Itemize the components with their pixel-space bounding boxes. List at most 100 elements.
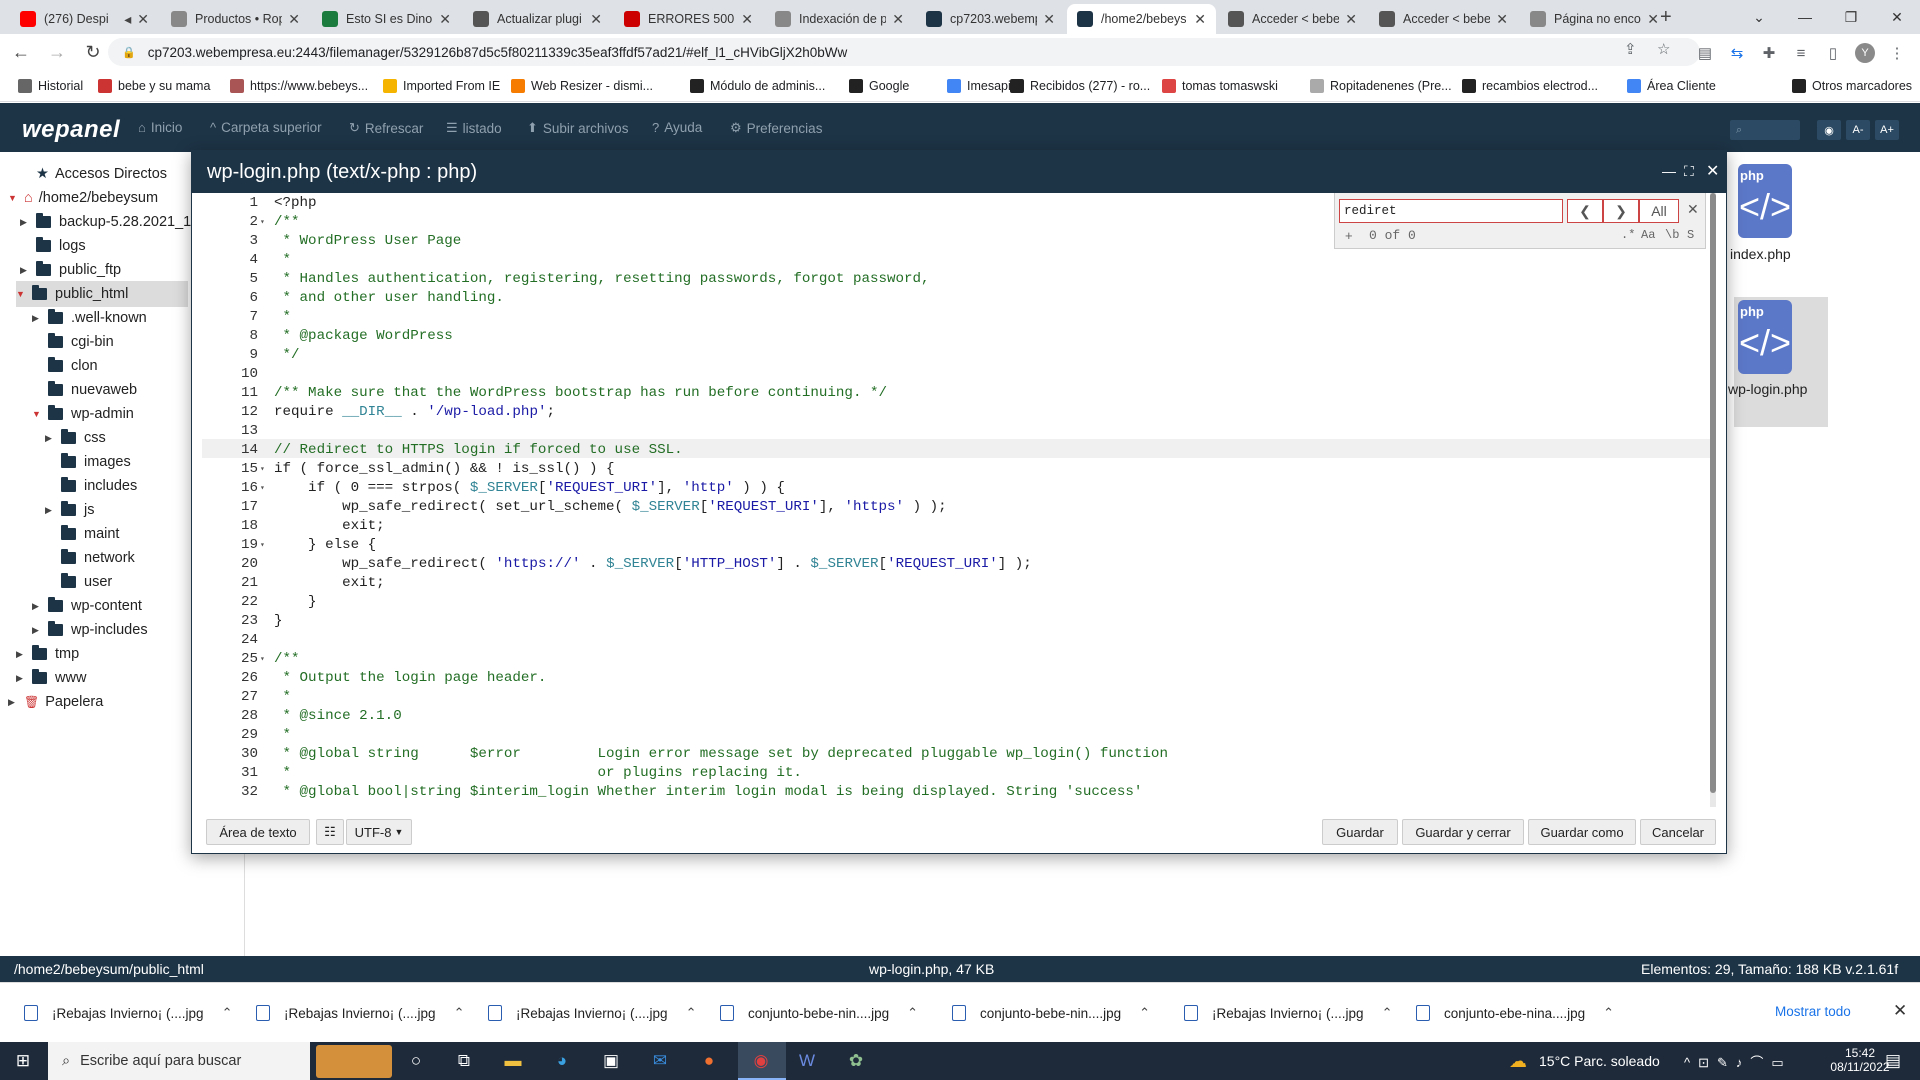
nav-upload[interactable]: ⬆ Subir archivos bbox=[527, 120, 628, 136]
browser-tab[interactable]: (276) Despi ◂ ✕ bbox=[10, 4, 159, 34]
case-sensitive-toggle[interactable]: Aa bbox=[1641, 228, 1655, 242]
share-icon[interactable]: ⇪ bbox=[1624, 40, 1637, 58]
sidebar-item[interactable]: images bbox=[45, 449, 131, 475]
chevron-up-icon[interactable]: ⌃ bbox=[1139, 1005, 1150, 1021]
collapsed-arrow-icon[interactable]: ▶ bbox=[32, 625, 44, 636]
sidebar-item[interactable]: cgi-bin bbox=[32, 329, 114, 355]
browser-tab[interactable]: Esto SI es DinoR ✕ bbox=[312, 4, 461, 34]
cortana-icon[interactable]: ○ bbox=[403, 1048, 429, 1074]
bookmark-item[interactable]: Historial bbox=[18, 77, 83, 95]
new-tab-button[interactable]: + bbox=[1660, 6, 1672, 29]
font-decrease-button[interactable]: A- bbox=[1846, 120, 1870, 140]
close-tab-icon[interactable]: ✕ bbox=[1647, 11, 1659, 28]
file-explorer-icon[interactable]: ▬ bbox=[500, 1048, 526, 1074]
close-dialog-icon[interactable]: ✕ bbox=[1706, 161, 1719, 181]
sidebar-item[interactable]: ★ Accesos Directos bbox=[20, 161, 167, 187]
sidebar-item[interactable]: user bbox=[45, 569, 112, 595]
bookmark-star-icon[interactable]: ☆ bbox=[1657, 40, 1670, 58]
close-tab-icon[interactable]: ✕ bbox=[741, 11, 753, 28]
close-search-icon[interactable]: ✕ bbox=[1687, 201, 1699, 218]
windows-start-icon[interactable]: ⊞ bbox=[10, 1048, 36, 1074]
mail-icon[interactable]: ✉ bbox=[647, 1048, 673, 1074]
font-increase-button[interactable]: A+ bbox=[1875, 120, 1899, 140]
browser-tab[interactable]: Acceder < bebe ✕ bbox=[1369, 4, 1518, 34]
sidebar-item[interactable]: ▼ wp-admin bbox=[32, 401, 134, 427]
sidebar-item[interactable]: ▶ backup-5.28.2021_13 bbox=[20, 209, 199, 235]
close-tab-icon[interactable]: ✕ bbox=[1043, 11, 1055, 28]
sidebar-item[interactable]: ▶ public_ftp bbox=[20, 257, 121, 283]
sidebar-item[interactable]: ▶ wp-includes bbox=[32, 617, 148, 643]
chevron-up-icon[interactable]: ⌃ bbox=[907, 1005, 918, 1021]
collapsed-arrow-icon[interactable]: ▶ bbox=[32, 601, 44, 612]
browser-tab[interactable]: Acceder < bebe ✕ bbox=[1218, 4, 1367, 34]
sidebar-item[interactable]: ▼ ⌂ /home2/bebeysum bbox=[8, 185, 158, 211]
collapsed-arrow-icon[interactable]: ▶ bbox=[20, 217, 32, 228]
find-previous-button[interactable]: ❮ bbox=[1567, 199, 1603, 223]
maximize-dialog-icon[interactable]: ⛶ bbox=[1684, 163, 1694, 180]
close-tab-icon[interactable]: ✕ bbox=[137, 11, 149, 28]
close-window-button[interactable]: ✕ bbox=[1874, 0, 1920, 34]
close-tab-icon[interactable]: ✕ bbox=[590, 11, 602, 28]
collapsed-arrow-icon[interactable]: ▶ bbox=[32, 313, 44, 324]
download-item[interactable]: ¡Rebajas Invierno¡ (....jpg ⌃ bbox=[256, 1002, 464, 1024]
browser-tab[interactable]: cp7203.webemp ✕ bbox=[916, 4, 1065, 34]
download-item[interactable]: conjunto-ebe-nina....jpg ⌃ bbox=[1416, 1002, 1614, 1024]
save-as-button[interactable]: Guardar como bbox=[1528, 819, 1636, 845]
fold-toggle-icon[interactable]: ▾ bbox=[260, 650, 265, 669]
cancel-button[interactable]: Cancelar bbox=[1640, 819, 1716, 845]
sidebar-item[interactable]: maint bbox=[45, 521, 119, 547]
browser-tab[interactable]: Productos • Rop ✕ bbox=[161, 4, 310, 34]
minimize-dialog-icon[interactable]: — bbox=[1662, 163, 1676, 179]
wordpad-icon[interactable]: W bbox=[794, 1048, 820, 1074]
close-downloads-bar-icon[interactable]: ✕ bbox=[1893, 1001, 1907, 1021]
save-button[interactable]: Guardar bbox=[1322, 819, 1398, 845]
editor-scrollbar-thumb[interactable] bbox=[1710, 193, 1716, 793]
extensions-puzzle-icon[interactable]: ✚ bbox=[1759, 43, 1779, 63]
sidebar-item[interactable]: clon bbox=[32, 353, 98, 379]
system-tray-icons[interactable]: ^⊡✎♪⌒▭ bbox=[1684, 1052, 1792, 1071]
sidebar-item[interactable]: logs bbox=[20, 233, 86, 259]
weather-text[interactable]: 15°C Parc. soleado bbox=[1539, 1053, 1660, 1069]
nav-refresh[interactable]: ↻ Refrescar bbox=[349, 120, 423, 136]
store-icon[interactable]: ▣ bbox=[598, 1048, 624, 1074]
sidebar-item[interactable]: ▶ www bbox=[16, 665, 86, 691]
fold-toggle-icon[interactable]: ▾ bbox=[260, 213, 265, 232]
bookmark-item[interactable]: Módulo de adminis... bbox=[690, 77, 825, 95]
editor-settings-button[interactable]: ☷ bbox=[316, 819, 344, 845]
bookmark-item[interactable]: recambios electrod... bbox=[1462, 77, 1598, 95]
collapsed-arrow-icon[interactable]: ▶ bbox=[20, 265, 32, 276]
edge-icon[interactable]: ◕ bbox=[549, 1048, 575, 1074]
bookmark-item[interactable]: Área Cliente bbox=[1627, 77, 1716, 95]
collapsed-arrow-icon[interactable]: ▶ bbox=[8, 697, 20, 708]
collapsed-arrow-icon[interactable]: ▶ bbox=[45, 505, 57, 516]
sidebar-item[interactable]: ▶ tmp bbox=[16, 641, 79, 667]
bookmark-item[interactable]: bebe y su mama bbox=[98, 77, 210, 95]
sidebar-item[interactable]: ▶ css bbox=[45, 425, 106, 451]
taskbar-search-box[interactable]: ⌕ Escribe aquí para buscar bbox=[48, 1042, 310, 1080]
firefox-icon[interactable]: ● bbox=[696, 1048, 722, 1074]
profile-avatar[interactable]: Y bbox=[1855, 43, 1875, 63]
extension-icon[interactable]: ▤ bbox=[1695, 43, 1715, 63]
bookmark-item[interactable]: Ropitadenenes (Pre... bbox=[1310, 77, 1452, 95]
nav-list-view[interactable]: ☰ listado bbox=[446, 120, 502, 136]
sidebar-item[interactable]: includes bbox=[45, 473, 137, 499]
wepanel-search-input[interactable]: ⌕ bbox=[1730, 120, 1800, 140]
file-wp-login-php[interactable]: </> php bbox=[1732, 300, 1792, 374]
nav-inicio[interactable]: ⌂ Inicio bbox=[138, 120, 182, 135]
find-next-button[interactable]: ❯ bbox=[1603, 199, 1639, 223]
textarea-mode-button[interactable]: Área de texto bbox=[206, 819, 310, 845]
expanded-arrow-icon[interactable]: ▼ bbox=[32, 409, 44, 419]
dialog-header[interactable]: wp-login.php (text/x-php : php) — ⛶ ✕ bbox=[192, 151, 1726, 193]
bookmark-item[interactable]: Imported From IE bbox=[383, 77, 500, 95]
sidebar-item[interactable]: ▶ wp-content bbox=[32, 593, 142, 619]
search-input[interactable]: rediret bbox=[1339, 199, 1563, 223]
browser-tab[interactable]: Actualizar plugi ✕ bbox=[463, 4, 612, 34]
nav-help[interactable]: ? Ayuda bbox=[652, 120, 702, 135]
bookmark-item[interactable]: Web Resizer - dismi... bbox=[511, 77, 653, 95]
close-tab-icon[interactable]: ✕ bbox=[1496, 11, 1508, 28]
download-item[interactable]: ¡Rebajas Invierno¡ (....jpg ⌃ bbox=[488, 1002, 696, 1024]
bookmark-item[interactable]: Otros marcadores bbox=[1792, 77, 1912, 95]
task-view-icon[interactable]: ⧉ bbox=[451, 1048, 477, 1074]
reload-button[interactable]: ↻ bbox=[78, 37, 108, 67]
collapsed-arrow-icon[interactable]: ▶ bbox=[45, 433, 57, 444]
